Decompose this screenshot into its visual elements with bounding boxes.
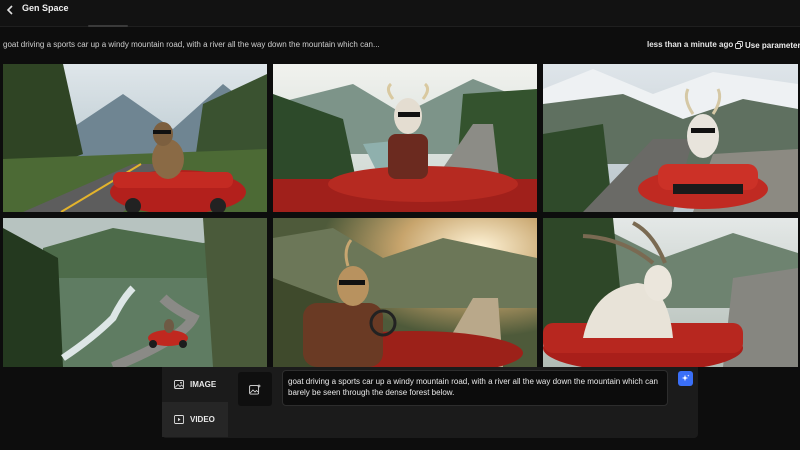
mode-image-label: IMAGE	[190, 380, 217, 389]
mode-video-label: VIDEO	[190, 415, 215, 424]
image-icon	[174, 380, 184, 389]
generated-image-4[interactable]	[3, 218, 267, 367]
prompt-input[interactable]: goat driving a sports car up a windy mou…	[282, 370, 668, 406]
use-parameters-button[interactable]: Use parameter	[735, 39, 800, 51]
generated-image-6[interactable]	[543, 218, 798, 367]
generation-header: goat driving a sports car up a windy mou…	[0, 38, 800, 54]
video-icon	[174, 415, 184, 424]
image-grid	[3, 64, 798, 367]
image-add-icon	[249, 384, 261, 395]
top-bar: Gen Space	[0, 0, 800, 27]
long-horned-goat-car-image	[543, 218, 798, 367]
tab-indicator	[88, 25, 128, 27]
mode-image-button[interactable]: IMAGE	[162, 367, 228, 402]
prompt-composer: IMAGE VIDEO goat driving a sports car up…	[162, 367, 698, 438]
generated-image-1[interactable]	[3, 64, 267, 212]
copy-icon	[735, 41, 743, 49]
generation-prompt-preview: goat driving a sports car up a windy mou…	[3, 40, 380, 49]
back-button[interactable]	[2, 2, 18, 18]
goat-roadster-forest-image	[3, 64, 267, 212]
mode-video-button[interactable]: VIDEO	[162, 402, 228, 437]
goat-leather-jacket-sunset-image	[273, 218, 537, 367]
enhance-prompt-button[interactable]	[678, 371, 693, 386]
page-title: Gen Space	[22, 3, 69, 13]
use-parameters-label: Use parameter	[745, 40, 800, 50]
goat-sunglasses-river-image	[273, 64, 537, 212]
generated-image-5[interactable]	[273, 218, 537, 367]
car-winding-road-image	[3, 218, 267, 367]
sparkle-icon	[681, 374, 690, 382]
generated-image-3[interactable]	[543, 64, 798, 212]
add-image-reference-button[interactable]	[238, 372, 272, 406]
generated-image-2[interactable]	[273, 64, 537, 212]
mode-selector: IMAGE VIDEO	[162, 367, 228, 438]
generation-timestamp: less than a minute ago	[647, 40, 734, 49]
chevron-left-icon	[6, 5, 13, 15]
goat-sports-car-pass-image	[543, 64, 798, 212]
